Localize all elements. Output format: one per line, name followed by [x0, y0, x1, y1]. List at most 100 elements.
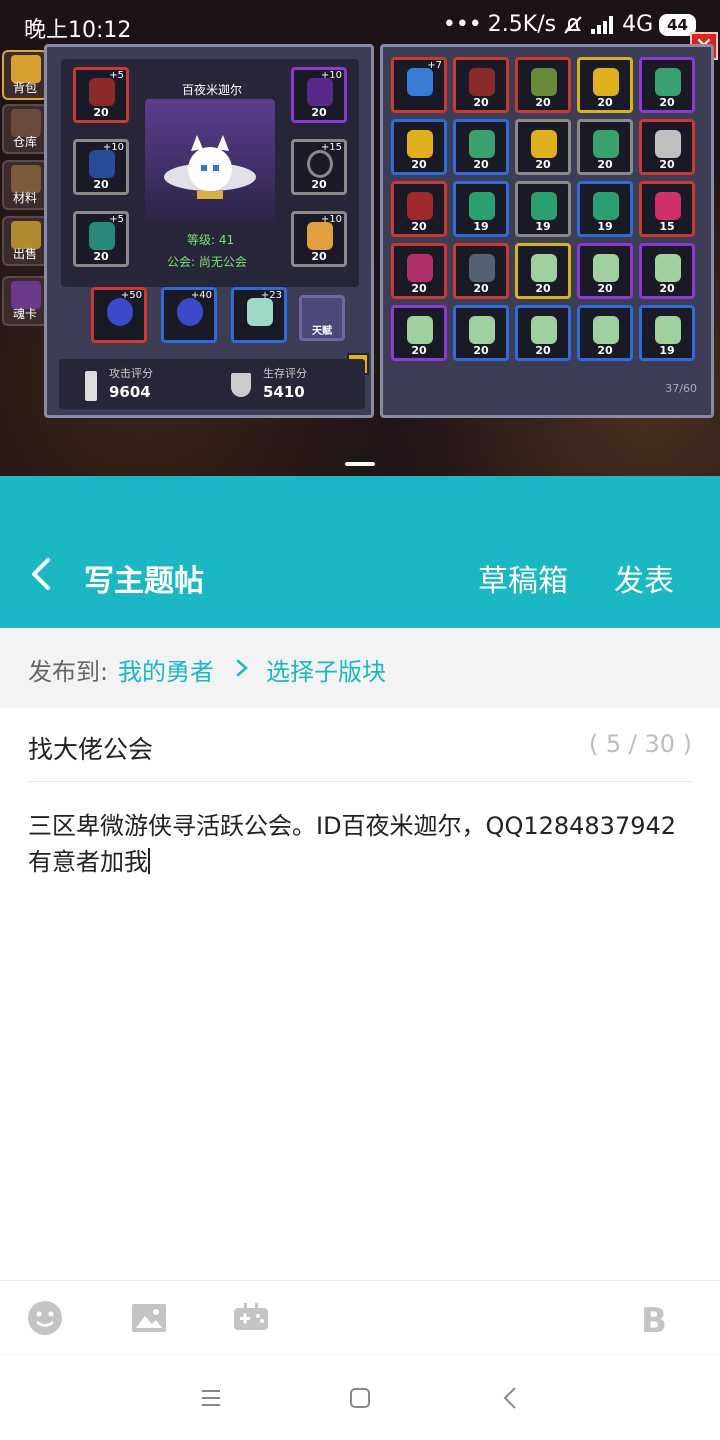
item-icon — [407, 68, 433, 96]
inventory-slot[interactable]: 20 — [515, 119, 571, 175]
title-input[interactable]: 找大佬公会 — [28, 730, 153, 766]
inventory-slot[interactable]: 20 — [453, 57, 509, 113]
split-handle[interactable] — [345, 462, 375, 466]
enhance-level: +15 — [320, 142, 342, 153]
inventory-slot[interactable]: 20 — [453, 243, 509, 299]
home-icon[interactable] — [345, 1383, 375, 1413]
cloak-icon — [89, 150, 115, 178]
inventory-slot[interactable]: 20 — [453, 305, 509, 361]
inventory-slot[interactable]: 19 — [453, 181, 509, 237]
side-tab-sell[interactable]: 出售 — [2, 216, 48, 266]
inventory-slot[interactable]: 20 — [391, 305, 447, 361]
inventory-slot[interactable]: 20 — [577, 305, 633, 361]
inventory-grid: +7 20 20 20 20 20 20 20 20 20 20 19 19 19 15 20 20 20 20 20… — [391, 57, 705, 361]
title-char-count: ( 5 / 30 ) — [588, 730, 692, 758]
item-icon — [593, 316, 619, 344]
body-text: 三区卑微游侠寻活跃公会。ID百夜米迦尔，QQ1284837942有意者加我 — [28, 812, 677, 876]
drafts-button[interactable]: 草稿箱 — [478, 556, 568, 600]
item-level: 20 — [597, 96, 613, 109]
equip-slot-helmet[interactable]: +5 20 — [73, 67, 129, 123]
side-tab-backpack[interactable]: 背包 — [2, 50, 48, 100]
item-icon — [655, 254, 681, 282]
item-level: 20 — [659, 96, 675, 109]
publish-to-label: 发布到: — [28, 658, 109, 686]
side-tab-materials[interactable]: 材料 — [2, 160, 48, 210]
enhance-level: +50 — [120, 290, 142, 301]
equip-slot-armor[interactable]: +5 20 — [73, 211, 129, 267]
side-tab-soulcard[interactable]: 魂卡 — [2, 276, 48, 326]
side-tab-label: 出售 — [12, 247, 37, 261]
publish-to-row: 发布到: 我的勇者 选择子版块 — [0, 628, 720, 708]
item-icon — [655, 316, 681, 344]
inventory-count: 37/60 — [665, 382, 697, 395]
inventory-slot[interactable]: 19 — [515, 181, 571, 237]
character-sprite — [164, 135, 256, 199]
item-icon — [469, 254, 495, 282]
item-icon — [593, 254, 619, 282]
weapon-slot-1[interactable]: +50 — [91, 287, 147, 343]
emoji-icon[interactable] — [26, 1299, 64, 1337]
item-level: 20 — [535, 344, 551, 357]
inventory-slot[interactable]: 19 — [577, 181, 633, 237]
inventory-slot[interactable]: 15 — [639, 181, 695, 237]
inventory-slot[interactable]: 20 — [577, 119, 633, 175]
inventory-slot[interactable]: +7 — [391, 57, 447, 113]
inventory-slot[interactable]: 20 — [391, 119, 447, 175]
page-title: 写主题帖 — [84, 564, 204, 599]
inventory-slot[interactable]: 19 — [639, 305, 695, 361]
item-icon — [531, 254, 557, 282]
item-level: 20 — [659, 282, 675, 295]
inventory-slot[interactable]: 20 — [515, 305, 571, 361]
weapon-slot-3[interactable]: +23 — [231, 287, 287, 343]
menu-icon[interactable] — [196, 1383, 226, 1413]
armor-icon — [89, 222, 115, 250]
network-type: 4G — [622, 12, 654, 37]
scythe-icon — [177, 298, 203, 326]
enhance-level: +23 — [260, 290, 282, 301]
item-icon — [469, 192, 495, 220]
gamepad-icon[interactable] — [232, 1299, 270, 1337]
signal-icon — [591, 15, 614, 34]
attack-score: 9604 — [109, 383, 151, 401]
equip-slot-ring[interactable]: +15 20 — [291, 139, 347, 195]
inventory-slot[interactable]: 20 — [515, 243, 571, 299]
image-icon[interactable] — [130, 1299, 168, 1337]
side-tab-storage[interactable]: 仓库 — [2, 104, 48, 154]
inventory-slot[interactable]: 20 — [453, 119, 509, 175]
enhance-level: +40 — [190, 290, 212, 301]
bold-icon[interactable]: B — [636, 1299, 674, 1337]
inventory-slot[interactable]: 20 — [577, 243, 633, 299]
editor-toolbar: B — [0, 1280, 720, 1354]
inventory-slot[interactable]: 20 — [391, 243, 447, 299]
publish-button[interactable]: 发表 — [614, 556, 674, 600]
inventory-slot[interactable]: 20 — [391, 181, 447, 237]
forum-link[interactable]: 我的勇者 — [118, 652, 214, 687]
weapon-slot-2[interactable]: +40 — [161, 287, 217, 343]
subforum-select[interactable]: 选择子版块 — [266, 652, 386, 687]
back-arrow-icon[interactable] — [22, 554, 62, 594]
item-level: 20 — [93, 178, 109, 191]
inventory-slot[interactable]: 20 — [639, 119, 695, 175]
talent-button[interactable]: 天赋 — [299, 295, 345, 341]
equip-slot-pet[interactable]: +10 20 — [291, 211, 347, 267]
side-tab-label: 背包 — [12, 81, 37, 95]
ring-icon — [307, 150, 333, 178]
inventory-slot[interactable]: 20 — [639, 243, 695, 299]
item-level: 20 — [597, 158, 613, 171]
back-icon[interactable] — [496, 1383, 526, 1413]
equipment-panel: +5 20 +10 20 +10 20 +15 20 +5 20 +10 20 — [44, 44, 374, 418]
enhance-level: +5 — [109, 214, 124, 225]
inventory-slot[interactable]: 20 — [577, 57, 633, 113]
item-level: 19 — [473, 220, 489, 233]
body-editor[interactable]: 三区卑微游侠寻活跃公会。ID百夜米迦尔，QQ1284837942有意者加我 — [28, 808, 692, 880]
app-header: 写主题帖 草稿箱 发表 — [0, 476, 720, 628]
item-icon — [655, 192, 681, 220]
equip-slot-cloak[interactable]: +10 20 — [73, 139, 129, 195]
inventory-slot[interactable]: 20 — [639, 57, 695, 113]
equip-slot-necklace[interactable]: +10 20 — [291, 67, 347, 123]
enhance-level: +10 — [102, 142, 124, 153]
inventory-slot[interactable]: 20 — [515, 57, 571, 113]
enhance-level: +10 — [320, 214, 342, 225]
system-nav-bar — [0, 1354, 720, 1440]
item-level: 20 — [597, 344, 613, 357]
